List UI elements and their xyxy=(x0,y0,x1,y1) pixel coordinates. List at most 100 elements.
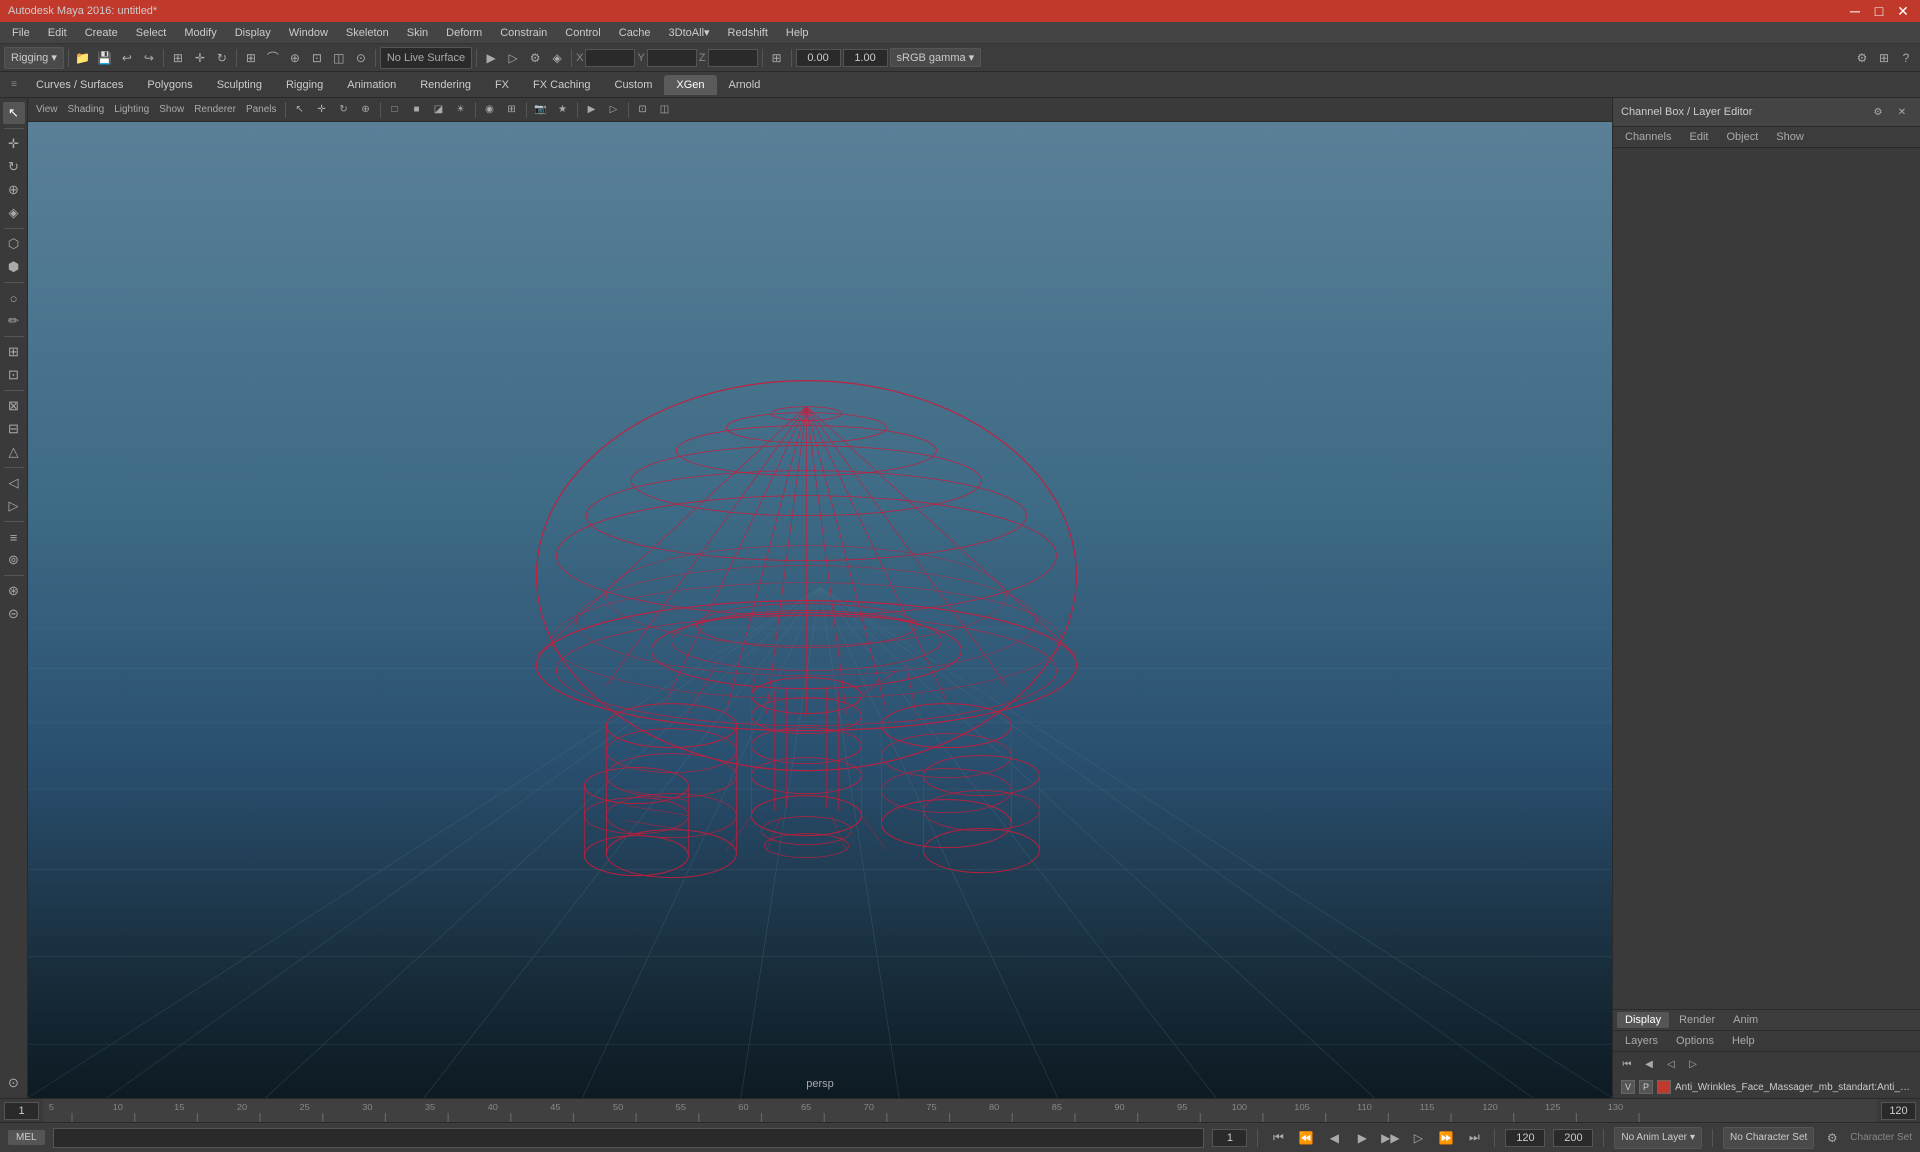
maximize-button[interactable]: □ xyxy=(1870,3,1888,20)
snap-surface-icon[interactable]: ◫ xyxy=(329,48,349,68)
node-editor-icon[interactable]: ⊚ xyxy=(3,549,25,571)
end-frame-input[interactable] xyxy=(1881,1102,1916,1120)
move-tool-icon[interactable]: ✛ xyxy=(3,133,25,155)
menu-skin[interactable]: Skin xyxy=(399,25,436,41)
cb-close-icon[interactable]: ✕ xyxy=(1892,102,1912,122)
bottom-tool1[interactable]: ⊛ xyxy=(3,580,25,602)
srgb-dropdown[interactable]: sRGB gamma ▾ xyxy=(890,48,982,67)
menu-constrain[interactable]: Constrain xyxy=(492,25,555,41)
vp-isolate-icon[interactable]: ◉ xyxy=(480,100,500,120)
vp-renderer-menu[interactable]: Renderer xyxy=(190,102,240,117)
layer-tab-display[interactable]: Display xyxy=(1617,1012,1669,1028)
menu-control[interactable]: Control xyxy=(557,25,608,41)
tab-fx-caching[interactable]: FX Caching xyxy=(521,75,602,95)
vp-wireframe-icon[interactable]: □ xyxy=(385,100,405,120)
vp-resolution-icon[interactable]: ⊡ xyxy=(633,100,653,120)
layer-tab-anim[interactable]: Anim xyxy=(1725,1012,1766,1028)
lasso-icon[interactable]: ○ xyxy=(3,287,25,309)
menu-create[interactable]: Create xyxy=(77,25,126,41)
layer-vp-btn[interactable]: V xyxy=(1621,1080,1635,1094)
layer-tab-render[interactable]: Render xyxy=(1671,1012,1723,1028)
dope-sheet-icon[interactable]: ▷ xyxy=(3,495,25,517)
playback-prev-icon[interactable]: ◀ xyxy=(1324,1128,1344,1148)
layer-subtab-help[interactable]: Help xyxy=(1724,1033,1763,1049)
layer-subtab-layers[interactable]: Layers xyxy=(1617,1033,1666,1049)
snap-together-icon[interactable]: ⊡ xyxy=(3,364,25,386)
vp-view-menu[interactable]: View xyxy=(32,102,62,117)
settings-icon[interactable]: ⚙ xyxy=(1852,48,1872,68)
move-icon[interactable]: ✛ xyxy=(190,48,210,68)
vp-light-icon[interactable]: ☀ xyxy=(451,100,471,120)
tab-fx[interactable]: FX xyxy=(483,75,521,95)
playback-play-all-icon[interactable]: ▶▶ xyxy=(1380,1128,1400,1148)
viewport-content[interactable]: persp xyxy=(28,122,1612,1098)
menu-3dtall[interactable]: 3DtoAll▾ xyxy=(661,24,718,41)
layer-subtab-options[interactable]: Options xyxy=(1668,1033,1722,1049)
tab-curves-surfaces[interactable]: Curves / Surfaces xyxy=(24,75,135,95)
tab-custom[interactable]: Custom xyxy=(603,75,665,95)
playback-end-input[interactable] xyxy=(1505,1129,1545,1147)
vp-scale-icon[interactable]: ⊕ xyxy=(356,100,376,120)
cb-tab-object[interactable]: Object xyxy=(1718,129,1766,145)
vp-grid-icon[interactable]: ⊞ xyxy=(502,100,522,120)
hypershade-icon[interactable]: ⊟ xyxy=(3,418,25,440)
range-end-input[interactable] xyxy=(1553,1129,1593,1147)
scale-tool-icon[interactable]: ⊕ xyxy=(3,179,25,201)
layout-icon[interactable]: ⊞ xyxy=(767,48,787,68)
paint-icon[interactable]: ✏ xyxy=(3,310,25,332)
outliner-icon[interactable]: ≡ xyxy=(3,526,25,548)
character-set-icon[interactable]: ⚙ xyxy=(1822,1128,1842,1148)
playback-play-icon[interactable]: ▶ xyxy=(1352,1128,1372,1148)
menu-window[interactable]: Window xyxy=(281,25,336,41)
mel-button[interactable]: MEL xyxy=(8,1130,45,1145)
tab-arnold[interactable]: Arnold xyxy=(717,75,773,95)
no-anim-layer-dropdown[interactable]: No Anim Layer ▾ xyxy=(1614,1127,1702,1149)
redo-icon[interactable]: ↪ xyxy=(139,48,159,68)
menu-modify[interactable]: Modify xyxy=(176,25,224,41)
val2-input[interactable] xyxy=(843,49,888,67)
save-scene-icon[interactable]: 💾 xyxy=(95,48,115,68)
menu-cache[interactable]: Cache xyxy=(611,25,659,41)
val1-input[interactable] xyxy=(796,49,841,67)
snap-point-icon[interactable]: ⊕ xyxy=(285,48,305,68)
ipr-icon[interactable]: ◈ xyxy=(547,48,567,68)
vp-bookmark-icon[interactable]: ★ xyxy=(553,100,573,120)
snap-view-icon[interactable]: ⊡ xyxy=(307,48,327,68)
cb-tab-show[interactable]: Show xyxy=(1768,129,1812,145)
render-view-icon[interactable]: ⊠ xyxy=(3,395,25,417)
y-input[interactable] xyxy=(647,49,697,67)
tab-rendering[interactable]: Rendering xyxy=(408,75,483,95)
vp-select-icon[interactable]: ↖ xyxy=(290,100,310,120)
vp-shading-menu[interactable]: Shading xyxy=(64,102,109,117)
cb-tab-channels[interactable]: Channels xyxy=(1617,129,1679,145)
tab-xgen[interactable]: XGen xyxy=(664,75,716,95)
start-frame-input[interactable] xyxy=(4,1102,39,1120)
graph-editor-icon[interactable]: ◁ xyxy=(3,472,25,494)
snap-grid-icon[interactable]: ⊞ xyxy=(241,48,261,68)
render-icon[interactable]: ▶ xyxy=(481,48,501,68)
tab-rigging[interactable]: Rigging xyxy=(274,75,335,95)
layer-back-icon[interactable]: ◀ xyxy=(1639,1054,1659,1074)
rotate-icon[interactable]: ↻ xyxy=(212,48,232,68)
cb-settings-icon[interactable]: ⚙ xyxy=(1868,102,1888,122)
snap-live-icon[interactable]: ⊙ xyxy=(351,48,371,68)
tab-polygons[interactable]: Polygons xyxy=(135,75,204,95)
layout-grid-icon[interactable]: ⊞ xyxy=(1874,48,1894,68)
playback-end-icon[interactable]: ⏭ xyxy=(1464,1128,1484,1148)
help-icon[interactable]: ? xyxy=(1896,48,1916,68)
menu-help[interactable]: Help xyxy=(778,25,817,41)
vp-move-icon[interactable]: ✛ xyxy=(312,100,332,120)
command-line-input[interactable] xyxy=(53,1128,1205,1148)
bottom-tool2[interactable]: ⊝ xyxy=(3,603,25,625)
playback-next-key-icon[interactable]: ⏩ xyxy=(1436,1128,1456,1148)
misc-icon[interactable]: ⊙ xyxy=(3,1072,25,1094)
current-frame-input[interactable] xyxy=(1212,1129,1247,1147)
toolbar2-toggle[interactable]: ≡ xyxy=(4,75,24,95)
menu-skeleton[interactable]: Skeleton xyxy=(338,25,397,41)
menu-deform[interactable]: Deform xyxy=(438,25,490,41)
render-seq-icon[interactable]: ▷ xyxy=(503,48,523,68)
layer-p-btn[interactable]: P xyxy=(1639,1080,1653,1094)
uv-editor-icon[interactable]: △ xyxy=(3,441,25,463)
vp-hud-icon[interactable]: ◫ xyxy=(655,100,675,120)
select-tool-icon[interactable]: ↖ xyxy=(3,102,25,124)
